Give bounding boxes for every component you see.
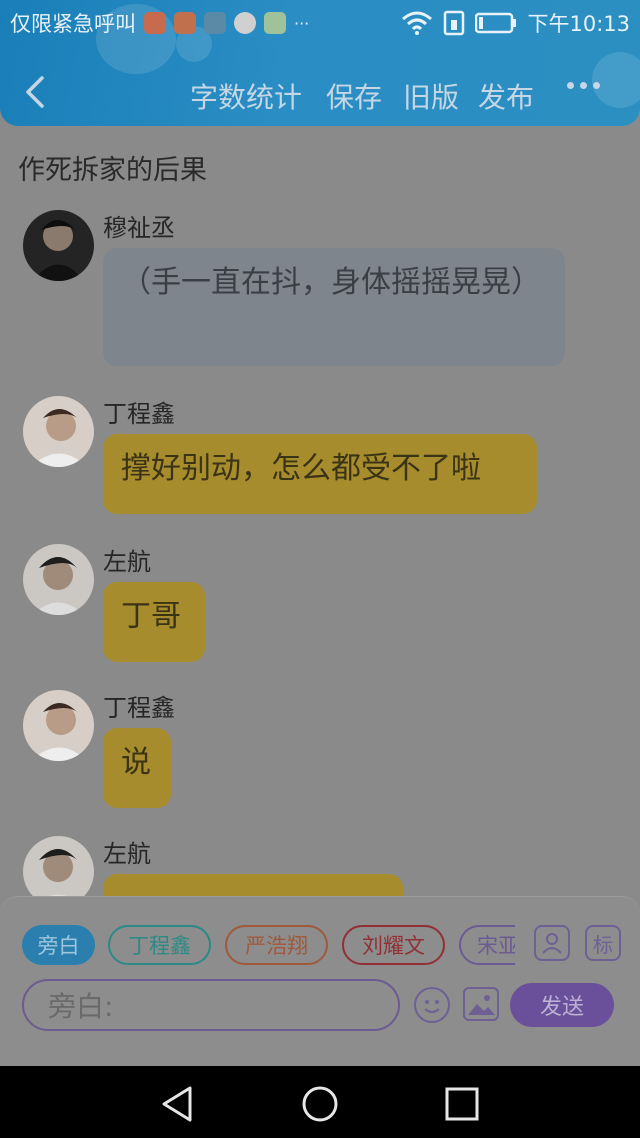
emoji-icon[interactable] xyxy=(414,987,450,1023)
avatar xyxy=(23,544,94,615)
character-name: 左航 xyxy=(103,840,151,868)
home-nav-icon[interactable] xyxy=(300,1084,340,1124)
weibo-app-icon xyxy=(234,12,256,34)
send-button[interactable]: 发送 xyxy=(510,983,614,1027)
system-nav-bar xyxy=(0,1066,640,1138)
message-input[interactable]: 旁白: xyxy=(22,979,400,1031)
input-panel: 旁白 丁程鑫 严浩翔 刘耀文 宋亚轩 标 旁白: 发送 xyxy=(0,896,640,1066)
editor-toolbar: 字数统计 保存 旧版 发布 xyxy=(0,60,640,126)
old-version-button[interactable]: 旧版 xyxy=(403,76,459,116)
character-name: 丁程鑫 xyxy=(103,400,175,428)
character-manage-icon[interactable] xyxy=(534,925,570,961)
character-name: 丁程鑫 xyxy=(103,694,175,722)
sim-card-icon xyxy=(444,10,465,36)
clock: 下午10:13 xyxy=(527,12,630,36)
role-selector: 旁白 丁程鑫 严浩翔 刘耀文 宋亚轩 xyxy=(22,925,515,967)
publish-button[interactable]: 发布 xyxy=(478,76,534,116)
wifi-icon xyxy=(402,11,433,35)
chat-app-icon xyxy=(264,12,286,34)
role-chip[interactable]: 严浩翔 xyxy=(225,925,328,965)
tag-button[interactable]: 标 xyxy=(585,925,621,961)
message-bubble[interactable]: 撑好别动，怎么都受不了啦 xyxy=(103,434,537,514)
back-nav-icon[interactable] xyxy=(158,1084,198,1124)
avatar xyxy=(23,396,94,467)
message-bubble[interactable] xyxy=(103,874,403,896)
more-options-icon[interactable] xyxy=(567,82,600,89)
save-button[interactable]: 保存 xyxy=(326,76,382,116)
message-bubble[interactable]: 丁哥 xyxy=(103,582,205,662)
mail-app-icon xyxy=(144,12,166,34)
gallery-app-icon xyxy=(204,12,226,34)
character-name: 左航 xyxy=(103,548,151,576)
battery-app-icon xyxy=(174,12,196,34)
role-chip[interactable]: 宋亚轩 xyxy=(459,925,515,965)
role-chip[interactable]: 刘耀文 xyxy=(342,925,445,965)
character-name: 穆祉丞 xyxy=(103,214,175,242)
top-bar: 仅限紧急呼叫 ··· 下午10:13 字数统计 保存 旧版 发布 xyxy=(0,0,640,126)
word-count-button[interactable]: 字数统计 xyxy=(190,76,302,116)
role-chip[interactable]: 丁程鑫 xyxy=(108,925,211,965)
role-chip-narrator[interactable]: 旁白 xyxy=(22,925,95,965)
avatar xyxy=(23,836,94,896)
back-icon[interactable] xyxy=(20,74,50,110)
avatar xyxy=(23,210,94,281)
message-bubble[interactable]: （手一直在抖，身体摇摇晃晃） xyxy=(103,248,565,366)
avatar xyxy=(23,690,94,761)
story-content: 作死拆家的后果 穆祉丞 （手一直在抖，身体摇摇晃晃） 丁程鑫 撑好别动，怎么都受… xyxy=(0,126,640,896)
more-notifications-icon: ··· xyxy=(294,13,310,33)
message-bubble[interactable]: 说 xyxy=(103,728,171,808)
recents-nav-icon[interactable] xyxy=(442,1084,482,1124)
emergency-call-notice: 仅限紧急呼叫 xyxy=(10,12,136,36)
image-icon[interactable] xyxy=(463,987,499,1021)
story-title: 作死拆家的后果 xyxy=(18,155,207,186)
battery-icon xyxy=(475,12,517,34)
status-bar: 仅限紧急呼叫 ··· 下午10:13 xyxy=(0,0,640,44)
